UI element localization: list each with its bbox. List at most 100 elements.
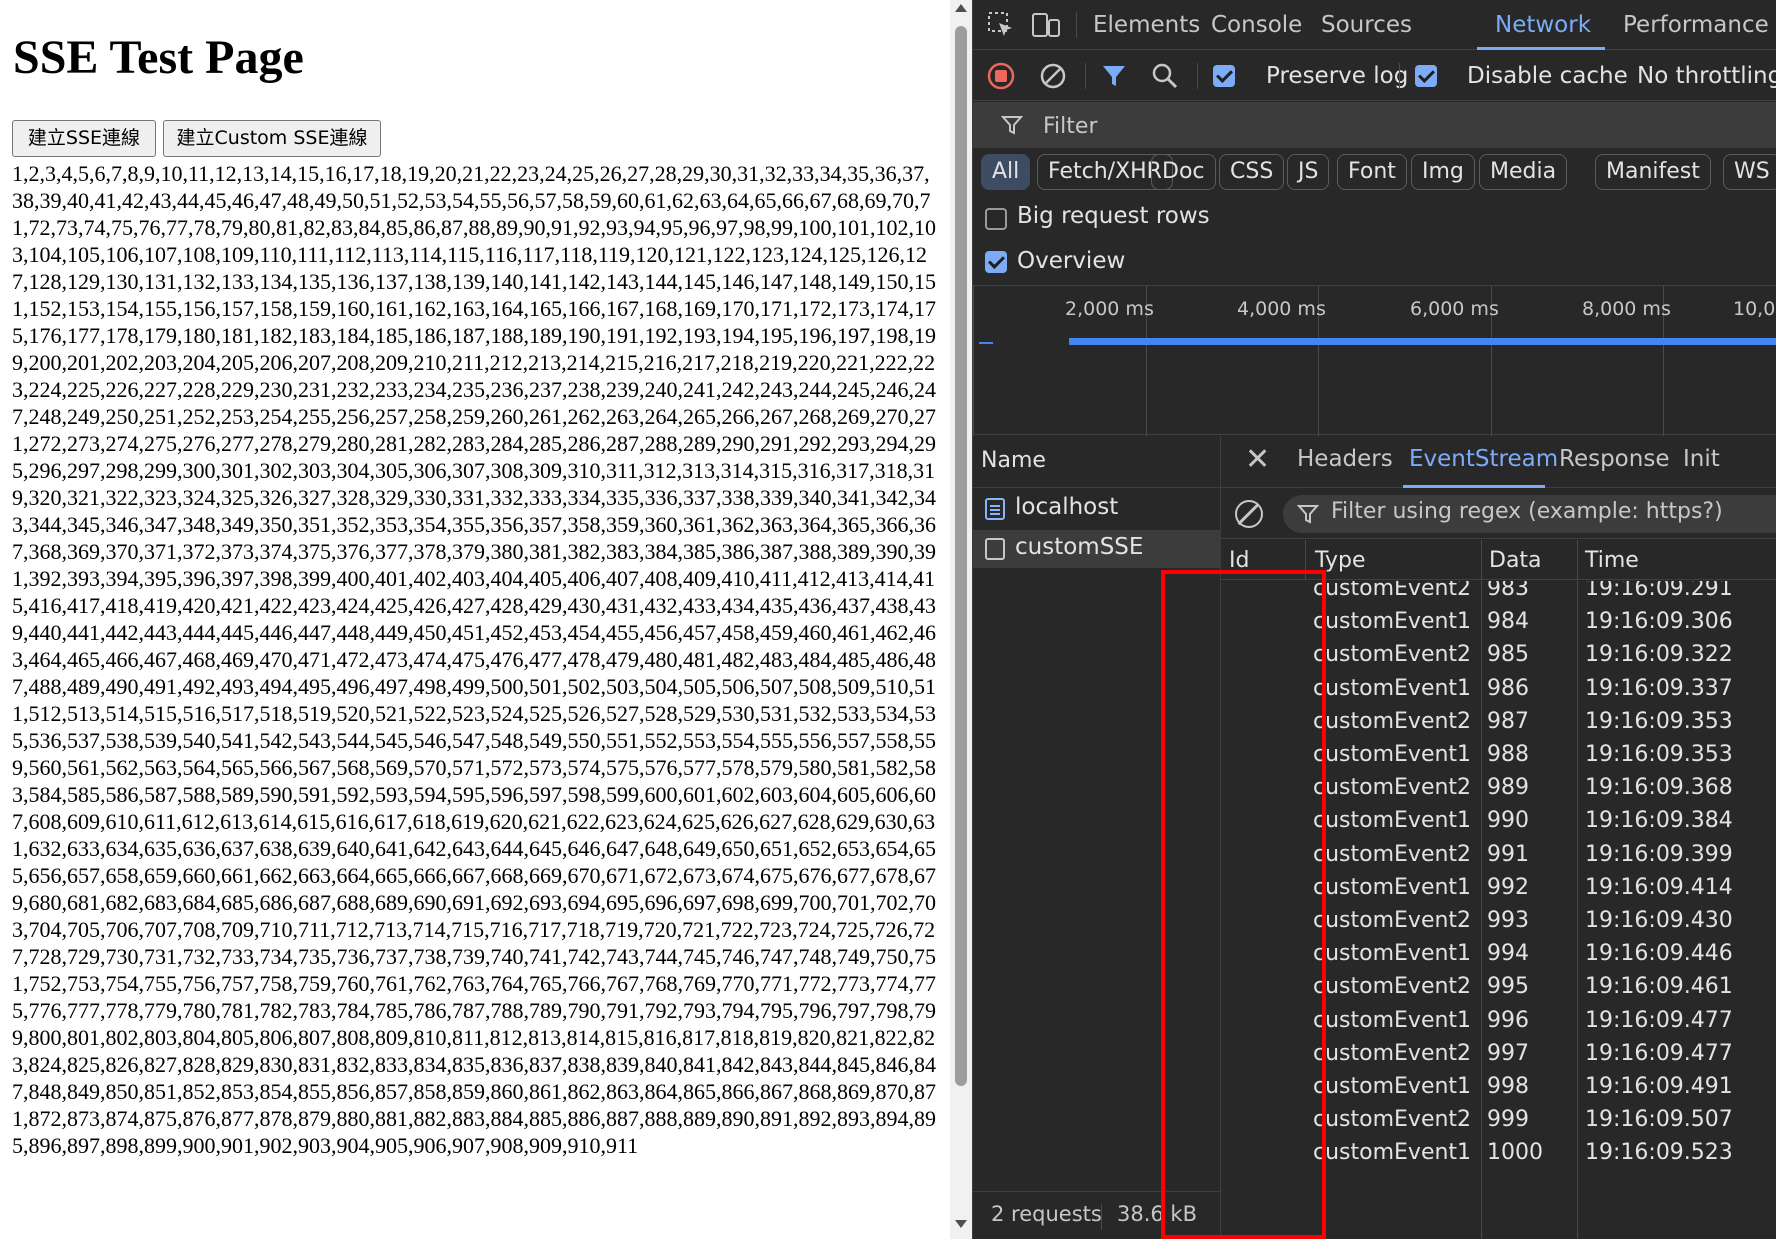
event-row[interactable]: customEvent1 994 19:16:09.446 [1221, 935, 1776, 973]
tab-headers[interactable]: Headers [1297, 446, 1393, 472]
create-sse-connection-button[interactable]: 建立SSE連線 [12, 120, 156, 157]
event-row[interactable]: customEvent2 989 19:16:09.368 [1221, 769, 1776, 807]
checkbox-icon [985, 538, 1005, 560]
type-filter-doc[interactable]: Doc [1151, 154, 1216, 190]
page-scrollbar[interactable] [950, 0, 972, 1239]
clear-events-icon[interactable] [1235, 500, 1263, 528]
overview-tick-label: 2,000 ms [1065, 298, 1154, 320]
eventstream-filter-placeholder: Filter using regex (example: https?) [1331, 499, 1723, 524]
scroll-down-arrow-icon[interactable] [955, 1220, 967, 1228]
inspect-element-icon[interactable] [987, 11, 1015, 39]
type-filter-media[interactable]: Media [1479, 154, 1568, 190]
event-row[interactable]: customEvent2 999 19:16:09.507 [1221, 1101, 1776, 1139]
event-data: 985 [1487, 642, 1529, 668]
type-filter-js[interactable]: JS [1287, 154, 1330, 190]
scroll-up-arrow-icon[interactable] [955, 4, 967, 12]
tab-elements[interactable]: Elements [1093, 0, 1200, 50]
event-type: customEvent1 [1313, 1140, 1472, 1166]
scrollbar-thumb[interactable] [955, 26, 967, 1086]
tab-sources[interactable]: Sources [1321, 0, 1412, 50]
event-time: 19:16:09.507 [1585, 1107, 1733, 1133]
event-time: 19:16:09.446 [1585, 941, 1733, 967]
disable-cache-checkbox[interactable] [1415, 65, 1437, 87]
type-filter-all[interactable]: All [981, 154, 1031, 190]
event-row[interactable]: customEvent2 995 19:16:09.461 [1221, 968, 1776, 1006]
type-filter-ws[interactable]: WS [1723, 154, 1776, 190]
event-data: 988 [1487, 742, 1529, 767]
event-row[interactable]: customEvent1 986 19:16:09.337 [1221, 670, 1776, 708]
throttling-select[interactable]: No throttling [1637, 61, 1776, 91]
event-row[interactable]: customEvent1 990 19:16:09.384 [1221, 802, 1776, 840]
event-type: customEvent1 [1313, 808, 1472, 834]
event-row[interactable]: customEvent2 993 19:16:09.430 [1221, 902, 1776, 940]
event-row[interactable]: customEvent2 997 19:16:09.477 [1221, 1035, 1776, 1073]
tab-response[interactable]: Response [1559, 446, 1669, 472]
column-header-type[interactable]: Type [1315, 548, 1366, 573]
type-filter-font[interactable]: Font [1337, 154, 1407, 190]
event-type: customEvent1 [1313, 609, 1472, 635]
tab-eventstream[interactable]: EventStream [1409, 446, 1558, 472]
event-type: customEvent1 [1313, 1074, 1472, 1099]
event-time: 19:16:09.353 [1585, 742, 1733, 767]
devtools-tabbar: Elements Console Sources Network Perform… [973, 0, 1776, 50]
event-row[interactable]: customEvent1 1000 19:16:09.523 [1221, 1134, 1776, 1172]
close-icon[interactable]: ✕ [1245, 442, 1270, 477]
tab-network[interactable]: Network [1495, 0, 1591, 50]
request-row-customsse[interactable]: customSSE [973, 530, 1221, 568]
event-time: 19:16:09.523 [1585, 1140, 1733, 1166]
event-type: customEvent1 [1313, 675, 1472, 701]
name-header-label: Name [981, 448, 1046, 473]
event-row[interactable]: customEvent1 992 19:16:09.414 [1221, 869, 1776, 907]
name-column-header[interactable]: Name [973, 436, 1221, 488]
type-filter-img[interactable]: Img [1411, 154, 1475, 190]
eventstream-table-body: customEvent2 983 19:16:09.291 customEvent1 9… [1221, 581, 1776, 1239]
web-page: SSE Test Page 建立SSE連線 建立Custom SSE連線 1,2… [0, 0, 950, 1239]
event-type: customEvent2 [1313, 708, 1472, 734]
create-custom-sse-connection-button[interactable]: 建立Custom SSE連線 [163, 120, 381, 157]
event-row[interactable]: customEvent1 998 19:16:09.491 [1221, 1068, 1776, 1106]
overview-checkbox[interactable] [985, 251, 1007, 273]
clear-icon[interactable] [1039, 62, 1067, 90]
event-row[interactable]: customEvent1 984 19:16:09.306 [1221, 603, 1776, 641]
overview-tick-label: 10,0 [1733, 298, 1776, 320]
type-filter-manifest[interactable]: Manifest [1595, 154, 1711, 190]
overview-tick-label: 6,000 ms [1410, 298, 1499, 320]
event-data: 989 [1487, 775, 1529, 801]
tab-console[interactable]: Console [1211, 0, 1302, 50]
event-type: customEvent2 [1313, 581, 1472, 601]
event-time: 19:16:09.384 [1585, 808, 1733, 834]
event-type: customEvent1 [1313, 941, 1472, 967]
filter-input[interactable]: Filter [983, 106, 1776, 144]
network-overview-timeline[interactable]: 2,000 ms 4,000 ms 6,000 ms 8,000 ms 10,0 [973, 285, 1776, 436]
device-toolbar-icon[interactable] [1031, 11, 1061, 39]
filter-bar: Filter [973, 102, 1776, 148]
filter-placeholder: Filter [1043, 114, 1098, 139]
tab-initiator[interactable]: Init [1683, 446, 1720, 472]
event-time: 19:16:09.461 [1585, 974, 1733, 1000]
eventstream-table-header: Id Type Data Time [1221, 540, 1776, 580]
filter-funnel-icon[interactable] [1101, 63, 1127, 89]
preserve-log-checkbox[interactable] [1213, 65, 1235, 87]
event-row[interactable]: customEvent1 996 19:16:09.477 [1221, 1002, 1776, 1040]
request-row-localhost[interactable]: localhost [973, 490, 1221, 528]
event-data: 991 [1487, 841, 1529, 867]
event-row[interactable]: customEvent1 988 19:16:09.353 [1221, 736, 1776, 774]
column-header-time[interactable]: Time [1585, 548, 1639, 573]
overview-request-bar [1069, 338, 1776, 345]
event-row[interactable]: customEvent2 987 19:16:09.353 [1221, 703, 1776, 741]
event-row[interactable]: customEvent2 985 19:16:09.322 [1221, 636, 1776, 674]
type-filter-css[interactable]: CSS [1219, 154, 1285, 190]
event-data: 994 [1487, 941, 1529, 967]
column-header-id[interactable]: Id [1229, 548, 1249, 573]
column-header-data[interactable]: Data [1489, 548, 1542, 573]
preserve-log-label: Preserve log [1266, 63, 1409, 89]
big-request-rows-checkbox[interactable] [985, 208, 1007, 230]
overview-tick-label: 8,000 ms [1582, 298, 1671, 320]
event-row[interactable]: customEvent2 991 19:16:09.399 [1221, 836, 1776, 874]
stop-recording-icon[interactable] [987, 62, 1015, 90]
event-time: 19:16:09.477 [1585, 1040, 1733, 1066]
event-type: customEvent2 [1313, 1040, 1472, 1066]
search-icon[interactable] [1151, 62, 1179, 90]
event-type: customEvent1 [1313, 742, 1472, 767]
tab-performance[interactable]: Performance [1623, 0, 1769, 50]
